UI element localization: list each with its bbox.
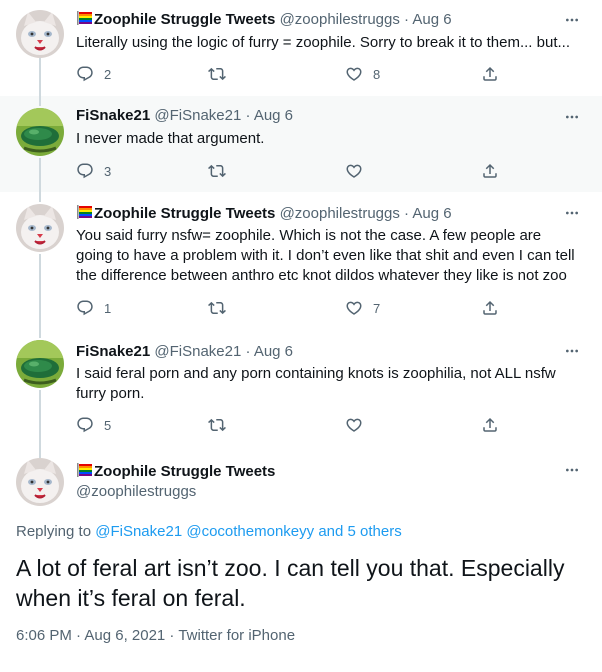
rainbow-flag-icon bbox=[76, 463, 93, 477]
reply-button[interactable]: 5 bbox=[76, 415, 111, 435]
reply-icon bbox=[76, 416, 94, 434]
reply-count: 3 bbox=[104, 163, 112, 179]
green-snake-avatar bbox=[16, 340, 64, 388]
tweet-text: I never made that argument. bbox=[76, 130, 265, 147]
share-icon bbox=[481, 416, 499, 434]
retweet-button[interactable] bbox=[208, 161, 236, 181]
rainbow-flag-icon bbox=[76, 205, 93, 219]
white-cat-avatar bbox=[16, 10, 64, 58]
handle-and-date[interactable]: @FiSnake21 · Aug 6 bbox=[150, 343, 293, 360]
more-icon[interactable] bbox=[564, 109, 580, 125]
others-link[interactable]: and 5 others bbox=[318, 523, 401, 540]
handle[interactable]: @zoophilestruggs bbox=[76, 482, 196, 502]
like-button[interactable]: 7 bbox=[345, 298, 380, 318]
like-button[interactable]: 8 bbox=[345, 64, 380, 84]
timestamp[interactable]: 6:06 PM · Aug 6, 2021 · Twitter for iPho… bbox=[16, 626, 295, 646]
avatar[interactable] bbox=[16, 204, 64, 252]
thread-tweet[interactable]: Zoophile Struggle Tweets @zoophilestrugg… bbox=[0, 0, 602, 96]
display-name[interactable]: FiSnake21 bbox=[76, 343, 150, 360]
tweet-text: I said feral porn and any porn containin… bbox=[76, 365, 556, 402]
like-icon bbox=[345, 299, 363, 317]
retweet-button[interactable] bbox=[208, 64, 236, 84]
retweet-icon bbox=[208, 416, 226, 434]
thread-line bbox=[39, 192, 41, 202]
handle-and-date[interactable]: @zoophilestruggs · Aug 6 bbox=[275, 11, 452, 28]
tweet-header: Zoophile Struggle Tweets @zoophilestrugg… bbox=[76, 10, 562, 30]
reply-icon bbox=[76, 299, 94, 317]
thread-line bbox=[39, 450, 41, 458]
reply-icon bbox=[76, 162, 94, 180]
avatar[interactable] bbox=[16, 340, 64, 388]
thread-line bbox=[39, 158, 41, 192]
like-button[interactable] bbox=[345, 161, 373, 181]
action-bar: 2 8 bbox=[76, 64, 516, 84]
like-icon bbox=[345, 162, 363, 180]
reply-count: 1 bbox=[104, 300, 112, 316]
white-cat-avatar bbox=[16, 458, 64, 506]
tweet-text: You said furry nsfw= zoophile. Which is … bbox=[76, 227, 575, 284]
display-name-text: Zoophile Struggle Tweets bbox=[94, 463, 276, 480]
like-icon bbox=[345, 416, 363, 434]
mention-link[interactable]: @FiSnake21 bbox=[95, 523, 182, 540]
tweet-header: FiSnake21 @FiSnake21 · Aug 6 bbox=[76, 342, 562, 362]
tweet-header: FiSnake21 @FiSnake21 · Aug 6 bbox=[76, 106, 562, 126]
reply-count: 5 bbox=[104, 417, 112, 433]
display-name[interactable]: Zoophile Struggle Tweets bbox=[94, 205, 275, 222]
share-button[interactable] bbox=[481, 415, 509, 435]
action-bar: 5 bbox=[76, 415, 516, 435]
replying-to: Replying to @FiSnake21 @cocothemonkeyy a… bbox=[16, 522, 402, 542]
display-name[interactable]: Zoophile Struggle Tweets bbox=[76, 462, 275, 482]
reply-button[interactable]: 2 bbox=[76, 64, 111, 84]
tweet-text: Literally using the logic of furry = zoo… bbox=[76, 34, 570, 51]
reply-icon bbox=[76, 65, 94, 83]
retweet-icon bbox=[208, 162, 226, 180]
display-name[interactable]: Zoophile Struggle Tweets bbox=[94, 11, 275, 28]
thread-line bbox=[39, 254, 41, 334]
tweet-header: Zoophile Struggle Tweets @zoophilestrugg… bbox=[76, 204, 562, 224]
rainbow-flag-icon bbox=[76, 11, 93, 25]
more-icon[interactable] bbox=[564, 205, 580, 221]
more-icon[interactable] bbox=[564, 12, 580, 28]
thread-line bbox=[39, 390, 41, 450]
share-icon bbox=[481, 162, 499, 180]
retweet-button[interactable] bbox=[208, 298, 236, 318]
avatar[interactable] bbox=[16, 108, 64, 156]
green-snake-avatar bbox=[16, 108, 64, 156]
reply-button[interactable]: 3 bbox=[76, 161, 111, 181]
thread-line bbox=[39, 96, 41, 106]
white-cat-avatar bbox=[16, 204, 64, 252]
reply-button[interactable]: 1 bbox=[76, 298, 111, 318]
share-button[interactable] bbox=[481, 161, 509, 181]
thread-tweet[interactable]: FiSnake21 @FiSnake21 · Aug 6 I said fera… bbox=[0, 334, 602, 450]
retweet-icon bbox=[208, 65, 226, 83]
retweet-button[interactable] bbox=[208, 415, 236, 435]
like-icon bbox=[345, 65, 363, 83]
retweet-icon bbox=[208, 299, 226, 317]
like-count: 8 bbox=[373, 66, 381, 82]
avatar[interactable] bbox=[16, 458, 64, 506]
thread-line bbox=[39, 334, 41, 338]
action-bar: 3 bbox=[76, 161, 516, 181]
share-button[interactable] bbox=[481, 298, 509, 318]
share-button[interactable] bbox=[481, 64, 509, 84]
thread-tweet[interactable]: FiSnake21 @FiSnake21 · Aug 6 I never mad… bbox=[0, 96, 602, 192]
like-count: 7 bbox=[373, 300, 381, 316]
like-button[interactable] bbox=[345, 415, 373, 435]
share-icon bbox=[481, 299, 499, 317]
handle-and-date[interactable]: @zoophilestruggs · Aug 6 bbox=[275, 205, 452, 222]
mention-link[interactable]: @cocothemonkeyy bbox=[186, 523, 314, 540]
handle-and-date[interactable]: @FiSnake21 · Aug 6 bbox=[150, 107, 293, 124]
action-bar: 1 7 bbox=[76, 298, 516, 318]
thread-tweet[interactable]: Zoophile Struggle Tweets @zoophilestrugg… bbox=[0, 192, 602, 334]
share-icon bbox=[481, 65, 499, 83]
display-name[interactable]: FiSnake21 bbox=[76, 107, 150, 124]
reply-count: 2 bbox=[104, 66, 112, 82]
replying-prefix: Replying to bbox=[16, 523, 96, 540]
avatar[interactable] bbox=[16, 10, 64, 58]
tweet-text: A lot of feral art isn’t zoo. I can tell… bbox=[16, 555, 565, 611]
more-icon[interactable] bbox=[564, 462, 580, 478]
more-icon[interactable] bbox=[564, 343, 580, 359]
thread-line bbox=[39, 58, 41, 96]
